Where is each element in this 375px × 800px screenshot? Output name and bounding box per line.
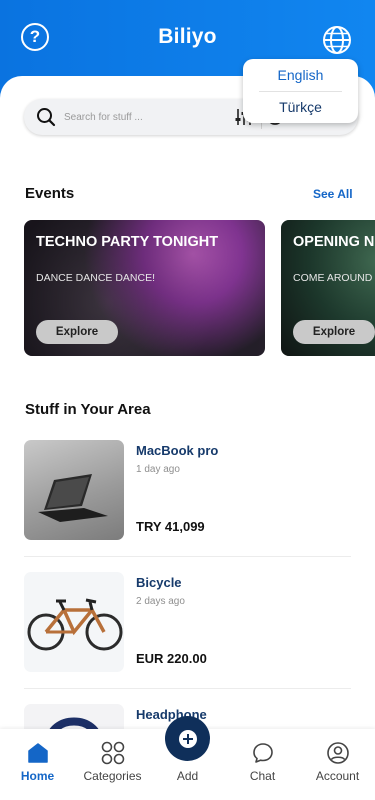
language-option-turkish[interactable]: Türkçe <box>243 99 358 115</box>
item-age: 1 day ago <box>136 464 180 475</box>
event-card[interactable]: TECHNO PARTY TONIGHT DANCE DANCE DANCE! … <box>24 220 265 356</box>
user-icon <box>327 742 349 764</box>
item-age: 2 days ago <box>136 596 185 607</box>
event-title: OPENING N <box>293 234 375 250</box>
item-image <box>24 572 124 672</box>
event-subtitle: COME AROUND <box>293 272 373 284</box>
nav-label: Account <box>315 769 360 783</box>
event-title: TECHNO PARTY TONIGHT <box>36 234 219 250</box>
bicycle-icon <box>27 598 123 651</box>
item-price: TRY 41,099 <box>136 519 205 534</box>
brand-logo: Biliyo <box>158 25 217 48</box>
nav-item-chat[interactable]: Chat <box>225 729 300 800</box>
language-divider <box>259 91 342 92</box>
area-title: Stuff in Your Area <box>25 401 151 418</box>
language-menu: English Türkçe <box>243 59 358 123</box>
nav-item-categories[interactable]: Categories <box>75 729 150 800</box>
nav-item-account[interactable]: Account <box>300 729 375 800</box>
event-subtitle: DANCE DANCE DANCE! <box>36 272 156 284</box>
home-icon <box>28 743 48 763</box>
plus-icon <box>178 729 197 748</box>
nav-label: Chat <box>249 769 276 783</box>
nav-item-home[interactable]: Home <box>0 729 75 800</box>
item-image <box>24 440 124 540</box>
events-title: Events <box>25 185 75 202</box>
nav-label: Home <box>20 769 55 783</box>
language-option-english[interactable]: English <box>243 67 358 83</box>
search-input[interactable] <box>64 108 214 126</box>
explore-button[interactable]: Explore <box>293 320 375 344</box>
item-price: EUR 220.00 <box>136 651 207 666</box>
app-screen: ? Biliyo English <box>0 0 375 800</box>
chat-icon <box>253 743 273 763</box>
nav-label: Add <box>176 769 199 783</box>
item-divider <box>24 688 351 689</box>
laptop-icon <box>38 474 108 522</box>
nav-label: Categories <box>83 769 142 783</box>
globe-icon[interactable] <box>321 24 353 56</box>
item-name: Bicycle <box>136 575 182 590</box>
add-button[interactable] <box>165 716 210 761</box>
search-icon[interactable] <box>36 107 56 127</box>
item-name: MacBook pro <box>136 443 219 458</box>
item-divider <box>24 556 351 557</box>
event-card[interactable]: OPENING N COME AROUND Explore <box>281 220 375 356</box>
grid-icon <box>101 741 125 765</box>
explore-button[interactable]: Explore <box>36 320 118 344</box>
see-all-link[interactable]: See All <box>313 187 353 201</box>
